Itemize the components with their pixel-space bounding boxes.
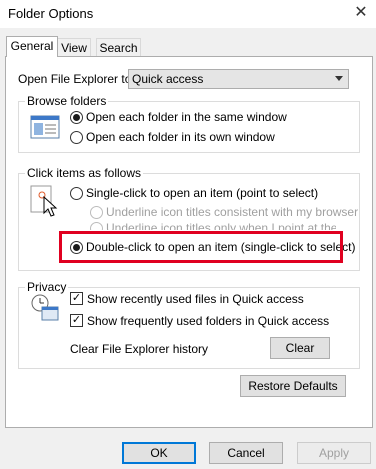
tab-general[interactable]: General bbox=[6, 36, 58, 57]
radio-underline-point bbox=[90, 222, 103, 230]
underline-consistent-label: Underline icon titles consistent with my… bbox=[106, 205, 359, 219]
browse-folders-label: Browse folders bbox=[25, 94, 109, 108]
same-window-label[interactable]: Open each folder in the same window bbox=[86, 110, 287, 124]
tab-view[interactable]: View bbox=[57, 38, 91, 57]
own-window-label[interactable]: Open each folder in its own window bbox=[86, 130, 275, 144]
window-title: Folder Options bbox=[8, 6, 94, 21]
checkbox-recent-files[interactable]: ✓ bbox=[70, 292, 83, 305]
frequent-folders-label[interactable]: Show frequently used folders in Quick ac… bbox=[87, 314, 329, 328]
tab-search[interactable]: Search bbox=[96, 38, 141, 57]
highlight-box bbox=[59, 231, 343, 263]
cursor-click-icon bbox=[30, 185, 58, 217]
single-click-label[interactable]: Single-click to open an item (point to s… bbox=[86, 186, 318, 200]
radio-same-window[interactable] bbox=[70, 111, 83, 124]
recent-files-label[interactable]: Show recently used files in Quick access bbox=[87, 292, 304, 306]
cancel-button[interactable]: Cancel bbox=[209, 442, 283, 464]
underline-point-label: Underline icon titles only when I point … bbox=[106, 221, 336, 230]
restore-defaults-button[interactable]: Restore Defaults bbox=[240, 375, 346, 397]
apply-button[interactable]: Apply bbox=[297, 442, 371, 464]
close-icon[interactable]: ✕ bbox=[350, 3, 372, 23]
radio-underline-consistent bbox=[90, 206, 103, 219]
browse-folders-group bbox=[18, 101, 360, 153]
checkbox-frequent-folders[interactable]: ✓ bbox=[70, 314, 83, 327]
radio-single-click[interactable] bbox=[70, 187, 83, 200]
privacy-label: Privacy bbox=[25, 280, 69, 294]
window-icon bbox=[30, 115, 60, 139]
ok-button[interactable]: OK bbox=[122, 442, 196, 464]
chevron-down-icon bbox=[335, 76, 343, 81]
click-items-label: Click items as follows bbox=[25, 166, 144, 180]
open-explorer-select[interactable]: Quick access bbox=[128, 69, 349, 89]
clear-history-label: Clear File Explorer history bbox=[70, 342, 209, 356]
radio-own-window[interactable] bbox=[70, 131, 83, 144]
underline-point-row: Underline icon titles only when I point … bbox=[86, 221, 336, 230]
open-explorer-value: Quick access bbox=[132, 72, 204, 86]
clear-button[interactable]: Clear bbox=[270, 337, 330, 359]
clock-history-icon bbox=[31, 294, 59, 321]
open-explorer-label: Open File Explorer to: bbox=[18, 72, 135, 86]
